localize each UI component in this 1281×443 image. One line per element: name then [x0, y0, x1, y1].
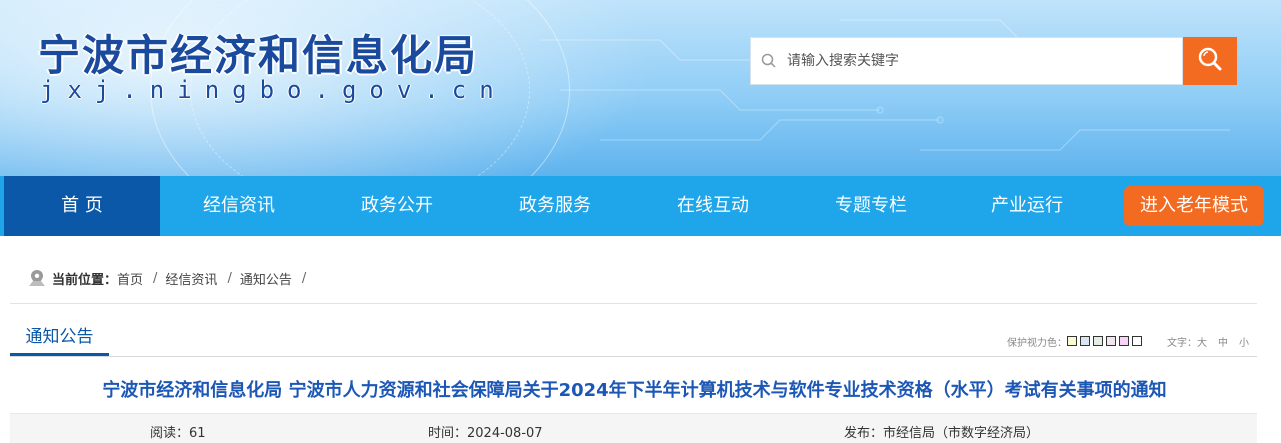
search-small-icon: [751, 53, 787, 69]
section-divider: [10, 356, 1257, 357]
location-pin-icon: [28, 269, 46, 287]
breadcrumb-divider: [10, 303, 1257, 304]
font-size-small[interactable]: 小: [1239, 334, 1249, 349]
banner-circuit-decoration: [540, 19, 1230, 151]
breadcrumb-separator: /: [301, 270, 307, 286]
header-banner: 宁波市经济和信息化局 jxj.ningbo.gov.cn: [0, 0, 1281, 176]
eye-color-swatch-pink[interactable]: [1106, 336, 1116, 346]
eye-protection-colors: 保护视力色：: [1007, 333, 1145, 349]
font-size-medium[interactable]: 中: [1218, 334, 1228, 349]
nav-item-home[interactable]: 首 页: [4, 176, 160, 236]
breadcrumb-separator: /: [227, 270, 232, 286]
breadcrumb-separator: /: [153, 270, 158, 286]
article-read-count: 阅读：61: [150, 426, 206, 441]
nav-item-services[interactable]: 政务服务: [476, 176, 634, 236]
breadcrumb: 当前位置： 首页 / 经信资讯 / 通知公告 /: [28, 267, 314, 289]
font-size-label: 文字：: [1167, 337, 1197, 349]
search-button[interactable]: [1183, 37, 1237, 85]
search-box: [750, 37, 1183, 85]
article-publisher: 发布：市经信局（市数字经济局）: [844, 426, 1040, 441]
eye-color-swatch-white[interactable]: [1132, 336, 1142, 346]
font-size-controls: 文字： 大 中 小: [1167, 333, 1249, 349]
nav-item-interaction[interactable]: 在线互动: [634, 176, 792, 236]
search-input[interactable]: [787, 53, 1167, 69]
article-title: 宁波市经济和信息化局 宁波市人力资源和社会保障局关于2024年下半年计算机技术与…: [102, 380, 1167, 401]
eye-color-label: 保护视力色：: [1007, 337, 1067, 349]
section-title: 通知公告: [10, 322, 109, 356]
elder-mode-button[interactable]: 进入老年模式: [1124, 186, 1264, 226]
eye-color-swatch-blue[interactable]: [1080, 336, 1090, 346]
nav-item-open-government[interactable]: 政务公开: [318, 176, 476, 236]
breadcrumb-prefix: 当前位置：: [52, 272, 118, 288]
font-size-large[interactable]: 大: [1197, 334, 1207, 349]
article-date: 时间：2024-08-07: [428, 426, 543, 441]
breadcrumb-link-news[interactable]: 经信资讯: [165, 269, 217, 288]
search-icon: [1197, 46, 1223, 76]
nav-item-special-topics[interactable]: 专题专栏: [792, 176, 950, 236]
breadcrumb-link-home[interactable]: 首页: [117, 269, 143, 288]
main-nav: 首 页 经信资讯 政务公开 政务服务 在线互动 专题专栏 产业运行: [0, 176, 1281, 236]
nav-item-industry[interactable]: 产业运行: [950, 176, 1104, 236]
eye-color-swatch-purple[interactable]: [1119, 336, 1129, 346]
eye-color-swatch-green[interactable]: [1093, 336, 1103, 346]
article-meta: 阅读：61 时间：2024-08-07 发布：市经信局（市数字经济局）: [10, 413, 1257, 443]
nav-item-news[interactable]: 经信资讯: [160, 176, 318, 236]
eye-color-swatch-yellow[interactable]: [1067, 336, 1077, 346]
page: 宁波市经济和信息化局 jxj.ningbo.gov.cn 首 页 经信资讯 政务…: [0, 0, 1281, 443]
site-domain: jxj.ningbo.gov.cn: [40, 76, 507, 104]
breadcrumb-link-notices[interactable]: 通知公告: [240, 269, 292, 288]
site-title: 宁波市经济和信息化局: [38, 31, 479, 80]
